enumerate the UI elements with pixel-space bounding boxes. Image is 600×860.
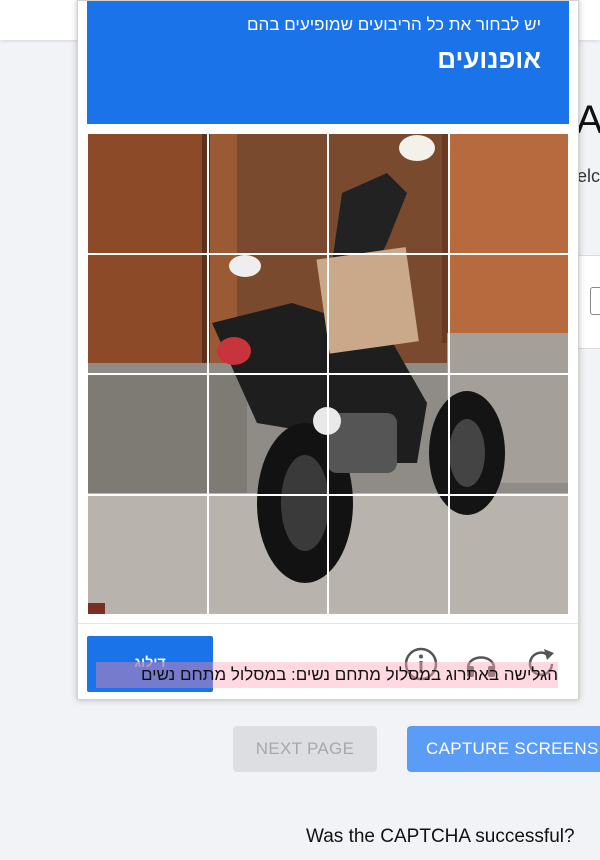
captcha-tile[interactable] bbox=[448, 253, 569, 374]
captcha-tile[interactable] bbox=[448, 133, 569, 254]
next-page-button[interactable]: NEXT PAGE bbox=[233, 726, 377, 772]
page-text-fragment: elc bbox=[577, 166, 600, 186]
captcha-tile[interactable] bbox=[328, 133, 449, 254]
captcha-image-grid bbox=[87, 133, 569, 615]
captcha-header: יש לבחור את כל הריבועים שמופיעים בהם אופ… bbox=[87, 1, 569, 124]
captcha-challenge-popup: יש לבחור את כל הריבועים שמופיעים בהם אופ… bbox=[77, 0, 579, 700]
captcha-instruction: יש לבחור את כל הריבועים שמופיעים בהם bbox=[247, 15, 541, 34]
captcha-tile[interactable] bbox=[87, 494, 208, 615]
captcha-tile[interactable] bbox=[448, 374, 569, 495]
captcha-tile[interactable] bbox=[207, 133, 328, 254]
captcha-checkbox[interactable] bbox=[590, 287, 600, 315]
captcha-success-question: Was the CAPTCHA successful? bbox=[306, 826, 575, 847]
captcha-tile[interactable] bbox=[87, 133, 208, 254]
captcha-tile[interactable] bbox=[207, 253, 328, 374]
captcha-tile[interactable] bbox=[87, 253, 208, 374]
captcha-tile[interactable] bbox=[207, 374, 328, 495]
capture-screenshot-button[interactable]: CAPTURE SCREENS bbox=[407, 726, 600, 772]
captcha-tile[interactable] bbox=[328, 253, 449, 374]
page-heading: A bbox=[576, 98, 600, 142]
captcha-target-object: אופנועים bbox=[437, 44, 541, 74]
translation-overlay-text: הגלישה באתרוג במסלול מתחם נשים: במסלול מ… bbox=[140, 665, 558, 684]
captcha-tile[interactable] bbox=[448, 494, 569, 615]
captcha-tile[interactable] bbox=[87, 374, 208, 495]
captcha-tile[interactable] bbox=[328, 494, 449, 615]
captcha-tile[interactable] bbox=[328, 374, 449, 495]
captcha-tile[interactable] bbox=[207, 494, 328, 615]
